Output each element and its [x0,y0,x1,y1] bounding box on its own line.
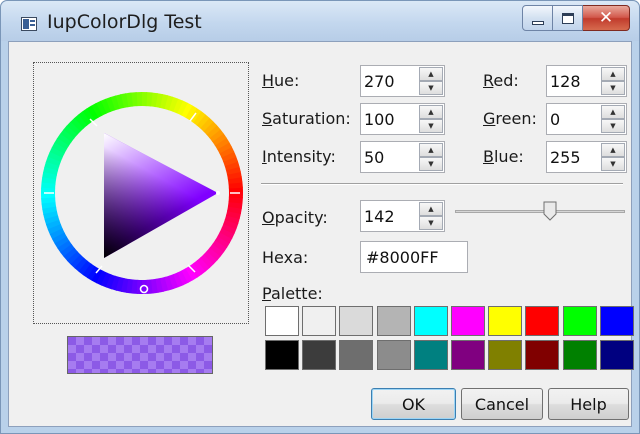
arrow-down-icon: ▼ [428,159,434,168]
green-value[interactable]: 0 [550,110,560,129]
dialog-client-area: Hue: 270 ▲ ▼ Saturation: 100 ▲ ▼ Intensi… [8,41,634,427]
arrow-down-icon: ▼ [610,159,616,168]
palette-swatch[interactable] [265,306,299,336]
palette-swatch[interactable] [451,340,485,370]
hexa-input[interactable]: #8000FF [360,241,468,273]
help-button[interactable]: Help [548,388,629,420]
hue-label: Hue: [262,71,300,90]
arrow-down-icon: ▼ [428,218,434,227]
palette-swatch[interactable] [451,306,485,336]
palette-swatch[interactable] [413,306,448,336]
hexa-value[interactable]: #8000FF [366,248,439,267]
blue-value[interactable]: 255 [550,148,581,167]
arrow-down-icon: ▼ [428,121,434,130]
opacity-spin-up[interactable]: ▲ [419,202,443,216]
arrow-up-icon: ▲ [610,145,616,154]
arrow-up-icon: ▲ [428,204,434,213]
intensity-spin-up[interactable]: ▲ [419,143,443,157]
palette-swatch[interactable] [562,340,597,370]
palette-swatch[interactable] [376,306,411,336]
palette-swatch[interactable] [376,340,411,370]
intensity-spin-down[interactable]: ▼ [419,157,443,171]
palette-swatch[interactable] [339,306,374,336]
color-wheel-area[interactable] [33,62,249,324]
palette-swatch[interactable] [525,306,560,336]
palette-label: Palette: [262,284,323,303]
maximize-icon [561,12,574,24]
minimize-icon [531,20,544,25]
separator [261,183,623,185]
arrow-up-icon: ▲ [428,145,434,154]
palette-swatch[interactable] [488,340,523,370]
red-value[interactable]: 128 [550,72,581,91]
red-spin-down[interactable]: ▼ [601,81,625,95]
palette-swatch[interactable] [413,340,448,370]
palette-swatch[interactable] [339,340,374,370]
palette-swatch[interactable] [599,306,634,336]
green-spin[interactable]: 0 ▲ ▼ [546,103,627,135]
color-preview-swatch [67,336,213,374]
intensity-value[interactable]: 50 [364,148,384,167]
palette-swatch[interactable] [265,340,299,370]
color-dialog-app-icon [21,17,37,31]
intensity-spin[interactable]: 50 ▲ ▼ [360,141,445,173]
hexa-label: Hexa: [262,248,309,267]
palette-swatch[interactable] [599,340,634,370]
maximize-button[interactable] [553,5,583,31]
opacity-slider-track[interactable] [455,210,625,213]
arrow-down-icon: ▼ [610,83,616,92]
opacity-spin[interactable]: 142 ▲ ▼ [360,200,445,232]
close-icon: ✕ [598,8,614,28]
palette-grid [265,306,637,372]
red-label: Red: [483,71,519,90]
triangle-marker[interactable] [216,191,220,195]
title-bar[interactable]: IupColorDlg Test ✕ [1,1,639,41]
intensity-label: Intensity: [262,147,336,166]
arrow-up-icon: ▲ [428,107,434,116]
red-spin-up[interactable]: ▲ [601,67,625,81]
cancel-button[interactable]: Cancel [461,388,543,420]
arrow-up-icon: ▲ [428,69,434,78]
palette-swatch[interactable] [562,306,597,336]
arrow-down-icon: ▼ [610,121,616,130]
blue-spin[interactable]: 255 ▲ ▼ [546,141,627,173]
opacity-spin-down[interactable]: ▼ [419,216,443,230]
close-button[interactable]: ✕ [583,5,630,31]
saturation-label: Saturation: [262,109,351,128]
hue-value[interactable]: 270 [364,72,395,91]
saturation-spin[interactable]: 100 ▲ ▼ [360,103,445,135]
color-dialog-window: IupColorDlg Test ✕ Hue: 270 ▲ ▼ Saturati… [0,0,640,434]
window-title: IupColorDlg Test [47,11,202,33]
arrow-up-icon: ▲ [610,69,616,78]
hue-spin-down[interactable]: ▼ [419,81,443,95]
arrow-down-icon: ▼ [428,83,434,92]
minimize-button[interactable] [522,5,553,31]
hue-spin[interactable]: 270 ▲ ▼ [360,65,445,97]
green-spin-up[interactable]: ▲ [601,105,625,119]
saturation-spin-down[interactable]: ▼ [419,119,443,133]
palette-swatch[interactable] [302,340,337,370]
ok-button[interactable]: OK [371,388,456,420]
saturation-value[interactable]: 100 [364,110,395,129]
opacity-label: Opacity: [262,208,328,227]
palette-swatch[interactable] [302,306,337,336]
opacity-value[interactable]: 142 [364,207,395,226]
blue-spin-up[interactable]: ▲ [601,143,625,157]
hue-wheel-svg[interactable] [34,63,250,325]
saturation-spin-up[interactable]: ▲ [419,105,443,119]
red-spin[interactable]: 128 ▲ ▼ [546,65,627,97]
palette-swatch[interactable] [525,340,560,370]
opacity-slider-thumb[interactable] [543,201,557,221]
green-spin-down[interactable]: ▼ [601,119,625,133]
blue-spin-down[interactable]: ▼ [601,157,625,171]
palette-swatch[interactable] [488,306,523,336]
hue-spin-up[interactable]: ▲ [419,67,443,81]
green-label: Green: [483,109,537,128]
arrow-up-icon: ▲ [610,107,616,116]
blue-label: Blue: [483,147,524,166]
